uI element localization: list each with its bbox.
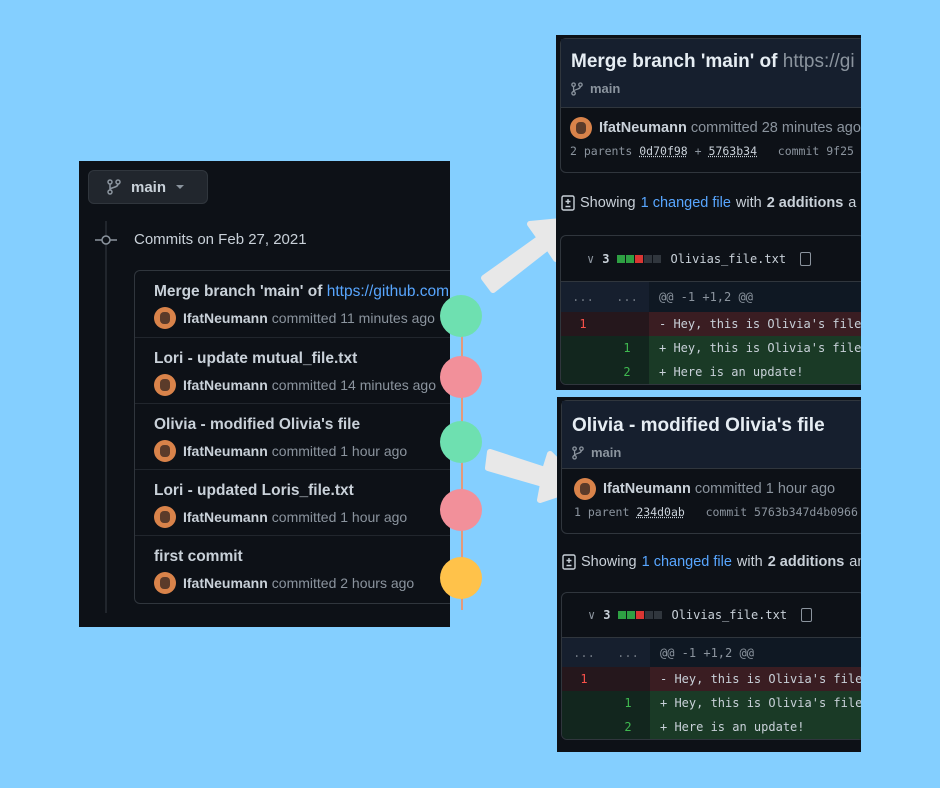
author-name[interactable]: IfatNeumann: [599, 120, 687, 136]
diff-line: 1 + Hey, this is Olivia's file: [562, 691, 861, 715]
chevron-down-icon[interactable]: ∨: [588, 608, 595, 622]
avatar[interactable]: [570, 117, 592, 139]
merge-commit-detail: Merge branch 'main' of https://gi main I…: [556, 35, 861, 390]
file-diff-icon: [561, 195, 575, 211]
branch-tag[interactable]: main: [572, 445, 861, 460]
file-name[interactable]: Olivias_file.txt: [670, 252, 786, 266]
commit-time: committed 28 minutes ago: [690, 120, 861, 136]
git-branch-icon: [571, 81, 583, 96]
file-diff-icon: [562, 554, 576, 570]
diff-summary: Showing 1 changed file with 2 additions a: [561, 195, 856, 211]
avatar[interactable]: [574, 478, 596, 500]
diff-summary: Showing1 changed filewith2 additionsan: [562, 554, 861, 570]
olivia-commit-detail: Olivia - modified Olivia's file main Ifa…: [557, 397, 861, 752]
commit-header-box: Merge branch 'main' of https://gi main I…: [560, 38, 861, 173]
commit-sha: commit 9f25: [777, 144, 854, 158]
branch-tag[interactable]: main: [571, 81, 861, 96]
git-branch-icon: [572, 445, 584, 460]
diff-line: 2 + Here is an update!: [561, 360, 861, 384]
changed-files-link[interactable]: 1 changed file: [641, 195, 731, 211]
diffstat-bar: [617, 252, 662, 266]
change-count: 3: [602, 251, 610, 266]
file-name[interactable]: Olivias_file.txt: [671, 608, 787, 622]
author-name[interactable]: IfatNeumann: [603, 481, 691, 497]
change-count: 3: [603, 608, 611, 622]
diff-line: 1 - Hey, this is Olivia's file: [561, 312, 861, 336]
file-diff: ∨ 3 Olivias_file.txt ...... @@ -1 +1,2 @…: [560, 235, 861, 385]
commit-title: Merge branch 'main' of https://gi: [571, 51, 855, 72]
diffstat-bar: [618, 608, 663, 622]
commit-header-box: Olivia - modified Olivia's file main Ifa…: [561, 400, 861, 534]
changed-files-link[interactable]: 1 changed file: [642, 554, 732, 570]
parent-sha-link[interactable]: 5763b34: [709, 144, 757, 158]
commit-title: Olivia - modified Olivia's file: [572, 415, 825, 436]
hunk-header[interactable]: ...... @@ -1 +1,2 @@: [562, 638, 861, 667]
commit-sha: commit 5763b347d4b0966: [705, 505, 858, 519]
copy-icon[interactable]: [801, 608, 813, 622]
hunk-header[interactable]: ...... @@ -1 +1,2 @@: [561, 282, 861, 312]
copy-icon[interactable]: [800, 251, 812, 266]
parents-line: 2 parents 0d70f98 + 5763b34 commit 9f25: [570, 144, 854, 158]
chevron-down-icon[interactable]: ∨: [587, 252, 594, 266]
parents-line: 1 parent 234d0ab commit 5763b347d4b0966: [574, 505, 858, 519]
parent-sha-link[interactable]: 0d70f98: [639, 144, 687, 158]
commit-time: committed 1 hour ago: [694, 481, 836, 497]
file-diff: ∨ 3 Olivias_file.txt ...... @@ -1 +1,2 @…: [561, 592, 861, 740]
diff-line: 1 - Hey, this is Olivia's file: [562, 667, 861, 691]
parent-sha-link[interactable]: 234d0ab: [636, 505, 684, 519]
diff-line: 2 + Here is an update!: [562, 715, 861, 739]
diff-line: 1 + Hey, this is Olivia's file: [561, 336, 861, 360]
